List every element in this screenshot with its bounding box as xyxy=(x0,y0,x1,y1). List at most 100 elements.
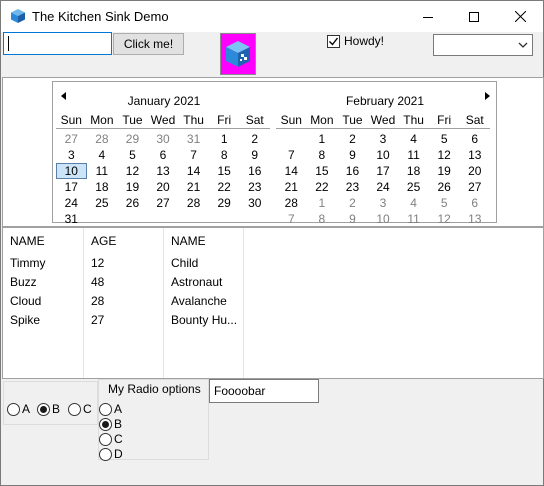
calendar-day[interactable]: 1 xyxy=(307,195,338,211)
calendar-day[interactable]: 4 xyxy=(398,131,429,147)
calendar-day[interactable]: 5 xyxy=(117,147,148,163)
calendar-day[interactable]: 30 xyxy=(148,131,179,147)
calendar-day[interactable]: 17 xyxy=(56,179,87,195)
calendar-day[interactable]: 15 xyxy=(209,163,240,179)
calendar-day[interactable]: 3 xyxy=(368,195,399,211)
calendar-day[interactable]: 13 xyxy=(459,211,490,227)
calendar-day[interactable]: 31 xyxy=(56,211,87,227)
calendar-day[interactable]: 16 xyxy=(239,163,270,179)
calendar-day[interactable]: 4 xyxy=(398,195,429,211)
calendar-day[interactable]: 18 xyxy=(398,163,429,179)
close-button[interactable] xyxy=(497,1,543,32)
column-header-name[interactable]: NAME xyxy=(3,228,83,254)
column-header-age[interactable]: AGE xyxy=(84,228,163,254)
calendar-day[interactable]: 8 xyxy=(307,211,338,227)
calendar-day[interactable]: 26 xyxy=(117,195,148,211)
list-cell[interactable]: Buzz xyxy=(3,273,83,292)
calendar-day[interactable]: 7 xyxy=(276,211,307,227)
month-calendar[interactable]: January 2021 February 2021 Sun Mon Tue Wed T… xyxy=(52,81,497,226)
calendar-day[interactable]: 14 xyxy=(276,163,307,179)
maximize-button[interactable] xyxy=(451,1,497,32)
calendar-day[interactable]: 6 xyxy=(459,195,490,211)
calendar-day[interactable]: 18 xyxy=(87,179,118,195)
calendar-day[interactable]: 10 xyxy=(56,163,87,179)
click-me-button[interactable]: Click me! xyxy=(113,33,184,55)
column-header-name-2[interactable]: NAME xyxy=(164,228,243,254)
calendar-day[interactable]: 20 xyxy=(459,163,490,179)
calendar-day[interactable]: 29 xyxy=(117,131,148,147)
calendar-day[interactable]: 4 xyxy=(87,147,118,163)
calendar-day[interactable]: 11 xyxy=(398,211,429,227)
minimize-button[interactable] xyxy=(405,1,451,32)
list-cell[interactable]: Timmy xyxy=(3,254,83,273)
howdy-checkbox[interactable]: Howdy! xyxy=(327,34,384,48)
radio-button[interactable] xyxy=(37,402,50,416)
calendar-day[interactable]: 1 xyxy=(209,131,240,147)
calendar-day[interactable]: 30 xyxy=(239,195,270,211)
calendar-day[interactable]: 10 xyxy=(368,147,399,163)
prev-month-icon[interactable] xyxy=(60,91,68,101)
radio-option-c[interactable]: C xyxy=(68,402,92,416)
calendar-day[interactable]: 21 xyxy=(178,179,209,195)
calendar-day[interactable]: 15 xyxy=(307,163,338,179)
list-cell[interactable]: Bounty Hu... xyxy=(164,311,243,330)
calendar-day[interactable]: 9 xyxy=(239,147,270,163)
calendar-day[interactable]: 12 xyxy=(429,147,460,163)
calendar-day[interactable]: 24 xyxy=(56,195,87,211)
calendar-day[interactable]: 16 xyxy=(337,163,368,179)
list-cell[interactable]: Spike xyxy=(3,311,83,330)
radio-button[interactable] xyxy=(99,402,112,416)
group-radio-option-d[interactable]: D xyxy=(99,447,123,461)
calendar-day[interactable]: 13 xyxy=(459,147,490,163)
radio-button[interactable] xyxy=(7,402,20,416)
calendar-day[interactable]: 1 xyxy=(307,131,338,147)
list-view[interactable]: NAME Timmy Buzz Cloud Spike AGE 12 48 28… xyxy=(2,227,544,379)
list-cell[interactable]: Child xyxy=(164,254,243,273)
calendar-day[interactable]: 5 xyxy=(429,195,460,211)
radio-option-a[interactable]: A xyxy=(7,402,30,416)
text-field[interactable]: Foooobar xyxy=(209,379,319,403)
list-cell[interactable]: 12 xyxy=(84,254,163,273)
calendar-day[interactable]: 21 xyxy=(276,179,307,195)
month-title-february[interactable]: February 2021 xyxy=(330,94,440,108)
calendar-day[interactable]: 12 xyxy=(429,211,460,227)
calendar-day[interactable]: 28 xyxy=(87,131,118,147)
calendar-day[interactable]: 23 xyxy=(239,179,270,195)
calendar-day[interactable]: 28 xyxy=(178,195,209,211)
radio-button[interactable] xyxy=(99,432,112,446)
calendar-day[interactable]: 14 xyxy=(178,163,209,179)
calendar-day[interactable]: 24 xyxy=(368,179,399,195)
calendar-day[interactable]: 19 xyxy=(117,179,148,195)
list-cell[interactable]: Cloud xyxy=(3,292,83,311)
calendar-day[interactable]: 6 xyxy=(148,147,179,163)
calendar-day[interactable]: 9 xyxy=(337,211,368,227)
calendar-day[interactable]: 31 xyxy=(178,131,209,147)
calendar-day[interactable]: 11 xyxy=(398,147,429,163)
calendar-day[interactable]: 2 xyxy=(337,195,368,211)
calendar-day[interactable]: 7 xyxy=(276,147,307,163)
next-month-icon[interactable] xyxy=(483,91,491,101)
radio-option-b[interactable]: B xyxy=(37,402,60,416)
list-cell[interactable]: 27 xyxy=(84,311,163,330)
checkbox-box[interactable] xyxy=(327,34,340,48)
calendar-day[interactable]: 12 xyxy=(117,163,148,179)
calendar-day[interactable]: 8 xyxy=(209,147,240,163)
list-cell[interactable]: 48 xyxy=(84,273,163,292)
group-radio-option-c[interactable]: C xyxy=(99,432,123,446)
calendar-day[interactable]: 3 xyxy=(56,147,87,163)
calendar-day[interactable]: 19 xyxy=(429,163,460,179)
group-radio-option-a[interactable]: A xyxy=(99,402,122,416)
title-bar[interactable]: The Kitchen Sink Demo xyxy=(1,1,543,32)
calendar-day[interactable]: 23 xyxy=(337,179,368,195)
calendar-day[interactable]: 7 xyxy=(178,147,209,163)
calendar-day[interactable]: 5 xyxy=(429,131,460,147)
calendar-day[interactable]: 2 xyxy=(239,131,270,147)
calendar-day[interactable]: 25 xyxy=(87,195,118,211)
list-cell[interactable]: Astronaut xyxy=(164,273,243,292)
calendar-day[interactable]: 26 xyxy=(429,179,460,195)
calendar-day[interactable]: 20 xyxy=(148,179,179,195)
calendar-day[interactable]: 8 xyxy=(307,147,338,163)
calendar-day[interactable]: 25 xyxy=(398,179,429,195)
list-cell[interactable]: Avalanche xyxy=(164,292,243,311)
month-title-january[interactable]: January 2021 xyxy=(109,94,219,108)
